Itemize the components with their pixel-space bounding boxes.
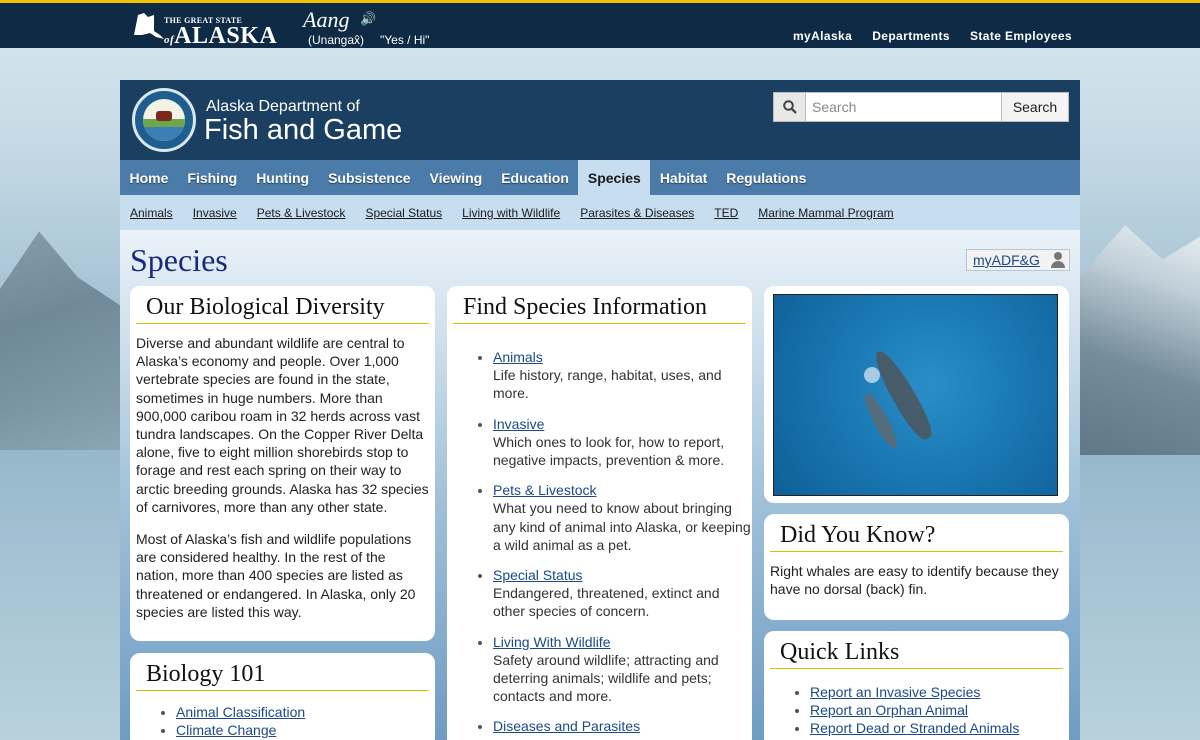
search-icon bbox=[773, 92, 806, 122]
myadfg-button[interactable]: myADF&G bbox=[966, 249, 1070, 271]
species-link-diseases-parasites[interactable]: Diseases and Parasites bbox=[493, 718, 640, 734]
subnav-marine-mammal-program[interactable]: Marine Mammal Program bbox=[758, 206, 893, 220]
search-button[interactable]: Search bbox=[1002, 92, 1069, 122]
species-desc: Life history, range, habitat, uses, and … bbox=[493, 367, 722, 402]
subnav-special-status[interactable]: Special Status bbox=[365, 206, 442, 220]
did-you-know-heading: Did You Know? bbox=[770, 514, 1063, 552]
subnav-animals[interactable]: Animals bbox=[130, 206, 173, 220]
list-item: Report an Orphan Animal bbox=[810, 701, 1069, 719]
logo-big-text: ofALASKA bbox=[164, 23, 278, 49]
list-item: Animal Classification bbox=[176, 703, 435, 721]
species-desc: Safety around wildlife; attracting and d… bbox=[493, 651, 719, 705]
species-desc: Endangered, threatened, extinct and othe… bbox=[493, 585, 720, 620]
search-input[interactable] bbox=[806, 92, 1002, 122]
right-whales-photo bbox=[773, 294, 1058, 496]
main-container: Alaska Department of Fish and Game Searc… bbox=[120, 80, 1080, 740]
featured-image-panel bbox=[764, 286, 1069, 503]
top-link-departments[interactable]: Departments bbox=[872, 29, 950, 43]
subnav-pets-livestock[interactable]: Pets & Livestock bbox=[257, 206, 346, 220]
nav-home[interactable]: Home bbox=[120, 160, 178, 195]
subnav-invasive[interactable]: Invasive bbox=[193, 206, 237, 220]
page-title: Species bbox=[130, 242, 228, 278]
did-you-know-text: Right whales are easy to identify becaus… bbox=[770, 563, 1059, 598]
list-item: Report Dead or Stranded Animals bbox=[810, 719, 1069, 737]
search-form: Search bbox=[773, 92, 1069, 122]
link-animal-classification[interactable]: Animal Classification bbox=[176, 704, 305, 720]
native-word: Aang bbox=[303, 7, 350, 32]
list-item: Animals Life history, range, habitat, use… bbox=[493, 348, 752, 403]
page-content: Species myADF&G Our Biological Diversity… bbox=[120, 230, 1080, 740]
quick-link-report-orphan[interactable]: Report an Orphan Animal bbox=[810, 702, 968, 718]
nav-fishing[interactable]: Fishing bbox=[178, 160, 247, 195]
sub-nav: Animals Invasive Pets & Livestock Specia… bbox=[120, 195, 1080, 230]
find-species-panel: Find Species Information Animals Life his… bbox=[447, 286, 752, 740]
background-mountain-left bbox=[0, 231, 130, 450]
list-item: Living With WildlifeSafety around wildli… bbox=[493, 633, 752, 706]
list-item: Special Status Endangered, threatened, ex… bbox=[493, 566, 752, 621]
quick-link-report-dead-stranded[interactable]: Report Dead or Stranded Animals bbox=[810, 720, 1019, 736]
site-header: Alaska Department of Fish and Game Searc… bbox=[120, 80, 1080, 160]
speaker-icon[interactable]: 🔊 bbox=[360, 11, 376, 27]
myadfg-link[interactable]: myADF&G bbox=[973, 252, 1040, 268]
nav-regulations[interactable]: Regulations bbox=[717, 160, 816, 195]
quick-link-report-invasive[interactable]: Report an Invasive Species bbox=[810, 684, 980, 700]
species-link-animals[interactable]: Animals bbox=[493, 349, 543, 365]
state-top-links: myAlaska Departments State Employees bbox=[793, 29, 1072, 43]
background-mountain-right bbox=[1075, 225, 1200, 455]
subnav-living-with-wildlife[interactable]: Living with Wildlife bbox=[462, 206, 560, 220]
list-item: Pets & Livestock What you need to know ab… bbox=[493, 481, 752, 554]
whale-spray bbox=[864, 367, 880, 383]
list-item: InvasiveWhich ones to look for, how to r… bbox=[493, 415, 752, 470]
nav-habitat[interactable]: Habitat bbox=[650, 160, 716, 195]
quick-links-panel: Quick Links Report an Invasive Species R… bbox=[764, 631, 1069, 740]
nav-subsistence[interactable]: Subsistence bbox=[319, 160, 420, 195]
state-top-bar: THE GREAT STATE ofALASKA Aang 🔊 (Unangax… bbox=[0, 0, 1200, 49]
nav-education[interactable]: Education bbox=[492, 160, 579, 195]
find-species-heading: Find Species Information bbox=[453, 286, 746, 324]
species-link-invasive[interactable]: Invasive bbox=[493, 416, 544, 432]
nav-hunting[interactable]: Hunting bbox=[247, 160, 319, 195]
state-of-alaska-logo[interactable]: THE GREAT STATE ofALASKA bbox=[130, 9, 277, 49]
list-item: Report an Invasive Species bbox=[810, 683, 1069, 701]
species-desc: Which ones to look for, how to report, n… bbox=[493, 433, 725, 469]
alaska-map-icon bbox=[134, 13, 164, 39]
user-icon bbox=[1050, 252, 1066, 268]
biodiversity-panel: Our Biological Diversity Diverse and abu… bbox=[130, 286, 435, 641]
nav-species[interactable]: Species bbox=[578, 160, 651, 195]
quick-links-heading: Quick Links bbox=[770, 631, 1063, 669]
subnav-parasites-diseases[interactable]: Parasites & Diseases bbox=[580, 206, 694, 220]
subnav-ted[interactable]: TED bbox=[714, 206, 738, 220]
biology-101-heading: Biology 101 bbox=[136, 653, 429, 691]
seal-sea bbox=[143, 127, 185, 141]
list-item: Diseases and Parasites bbox=[493, 717, 752, 735]
species-link-living-with-wildlife[interactable]: Living With Wildlife bbox=[493, 634, 610, 650]
caribou-icon bbox=[156, 111, 172, 121]
language-name: (Unangax̂) bbox=[308, 33, 365, 47]
biodiversity-paragraph-1: Diverse and abundant wildlife are centra… bbox=[136, 335, 429, 515]
species-link-pets-livestock[interactable]: Pets & Livestock bbox=[493, 482, 597, 498]
main-nav: Home Fishing Hunting Subsistence Viewing… bbox=[120, 160, 1080, 195]
did-you-know-panel: Did You Know? Right whales are easy to i… bbox=[764, 514, 1069, 620]
list-item: Climate Change bbox=[176, 721, 435, 739]
biodiversity-paragraph-2: Most of Alaska’s fish and wildlife popul… bbox=[136, 531, 416, 620]
species-link-special-status[interactable]: Special Status bbox=[493, 567, 583, 583]
nav-viewing[interactable]: Viewing bbox=[420, 160, 492, 195]
biology-101-panel: Biology 101 Animal Classification Climat… bbox=[130, 653, 435, 740]
top-link-state-employees[interactable]: State Employees bbox=[970, 29, 1072, 43]
link-climate-change[interactable]: Climate Change bbox=[176, 722, 276, 738]
adfg-seal-logo[interactable] bbox=[132, 88, 196, 152]
word-translation: "Yes / Hi" bbox=[380, 33, 430, 47]
species-desc: What you need to know about bringing any… bbox=[493, 500, 751, 553]
biodiversity-heading: Our Biological Diversity bbox=[136, 286, 429, 324]
seal-inner bbox=[143, 99, 185, 141]
dept-name-big[interactable]: Fish and Game bbox=[204, 114, 402, 147]
top-link-myalaska[interactable]: myAlaska bbox=[793, 29, 852, 43]
